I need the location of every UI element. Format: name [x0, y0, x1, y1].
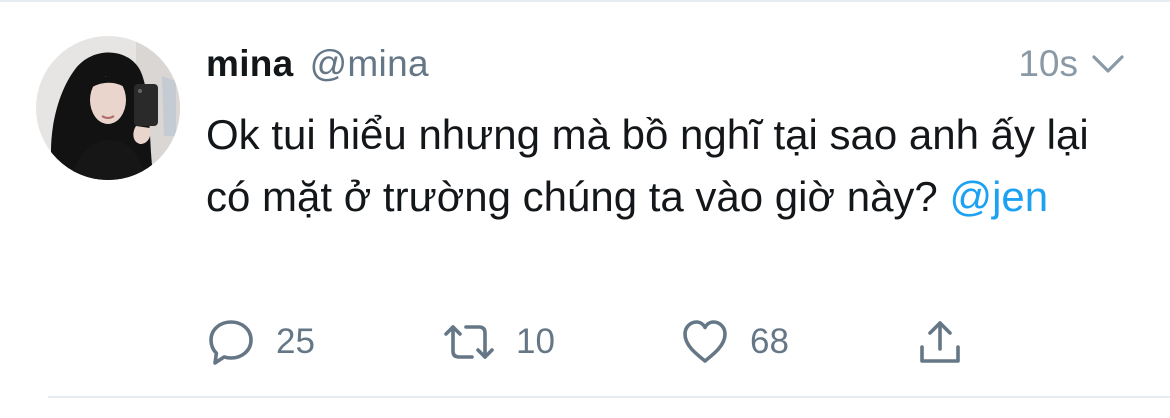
action-bar: 25 10 68 — [206, 312, 986, 372]
bottom-divider — [48, 396, 1170, 398]
avatar-image — [36, 36, 180, 180]
retweet-count: 10 — [516, 322, 555, 361]
retweet-icon — [442, 317, 496, 367]
reply-button[interactable]: 25 — [206, 312, 315, 372]
avatar[interactable] — [36, 36, 180, 180]
display-name[interactable]: mina — [206, 43, 294, 85]
tweet-meta: 10s — [1018, 40, 1126, 88]
share-icon — [916, 317, 964, 367]
heart-icon — [680, 317, 730, 367]
like-count: 68 — [750, 322, 789, 361]
timestamp[interactable]: 10s — [1018, 43, 1078, 85]
user-handle[interactable]: @mina — [310, 43, 429, 85]
reply-icon — [206, 317, 256, 367]
reply-count: 25 — [276, 322, 315, 361]
chevron-down-icon[interactable] — [1090, 52, 1126, 76]
top-divider — [0, 0, 1170, 2]
tweet-text: Ok tui hiểu nhưng mà bồ nghĩ tại sao anh… — [206, 104, 1126, 228]
mention-link[interactable]: @jen — [949, 173, 1048, 220]
like-button[interactable]: 68 — [680, 312, 789, 372]
retweet-button[interactable]: 10 — [442, 312, 555, 372]
tweet-header: mina @mina — [206, 40, 429, 88]
share-button[interactable] — [916, 312, 964, 372]
